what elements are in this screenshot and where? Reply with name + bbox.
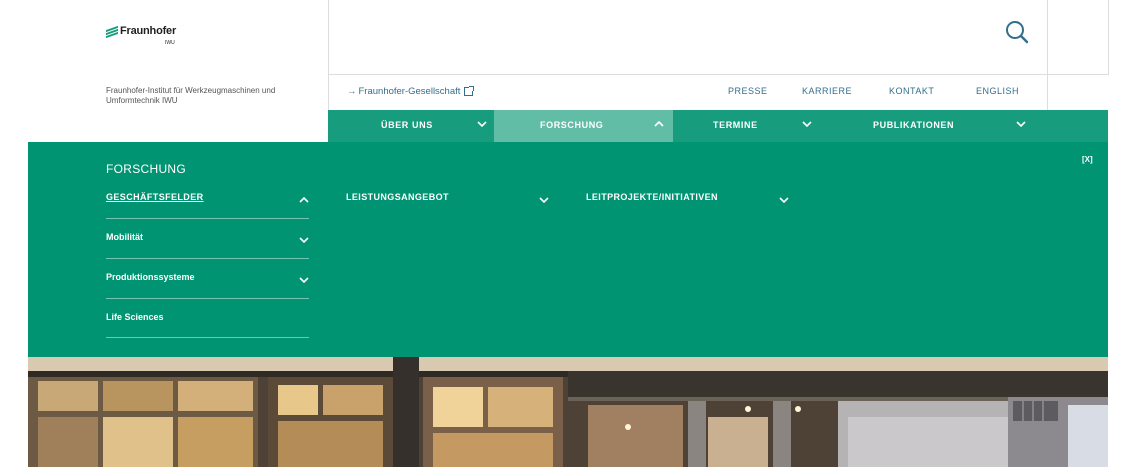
presse-link[interactable]: PRESSE <box>728 86 768 96</box>
forschung-dropdown-panel: FORSCHUNG [X] GESCHÄFTSFELDER LEISTUNGSA… <box>28 142 1108 357</box>
chevron-down-icon[interactable] <box>538 194 550 206</box>
fraunhofer-logo-icon <box>106 25 118 39</box>
chevron-down-icon <box>802 121 812 128</box>
sub-item-life-sciences[interactable]: Life Sciences <box>106 298 309 338</box>
divider <box>106 337 309 338</box>
nav-tab-label: ÜBER UNS <box>381 120 433 130</box>
chevron-down-icon <box>1016 121 1026 128</box>
english-link[interactable]: ENGLISH <box>976 86 1019 96</box>
search-button[interactable] <box>1003 18 1031 46</box>
nav-tab-publikationen[interactable]: PUBLIKATIONEN <box>841 110 1108 142</box>
main-navigation: ÜBER UNS FORSCHUNG TERMINE PUBLIKATIONEN <box>328 110 1108 142</box>
geschaeftsfelder-link[interactable]: GESCHÄFTSFELDER <box>106 192 204 202</box>
sub-item-label: Produktionssysteme <box>106 272 195 282</box>
nav-tab-ueber-uns[interactable]: ÜBER UNS <box>328 110 494 142</box>
nav-tab-termine[interactable]: TERMINE <box>673 110 841 142</box>
nav-tab-label: PUBLIKATIONEN <box>873 120 955 130</box>
page: Fraunhofer IWU Fraunhofer-Institut für W… <box>0 0 1141 467</box>
external-link-icon <box>464 86 475 96</box>
hero-image <box>28 357 1108 467</box>
karriere-link[interactable]: KARRIERE <box>802 86 852 96</box>
sub-item-produktionssysteme[interactable]: Produktionssysteme <box>106 258 309 298</box>
institute-name: Fraunhofer-Institut für Werkzeugmaschine… <box>106 86 276 105</box>
sub-item-mobilitaet[interactable]: Mobilität <box>106 218 309 258</box>
search-icon <box>1006 21 1029 44</box>
fraunhofer-logo[interactable]: Fraunhofer <box>106 25 177 39</box>
dropdown-title: FORSCHUNG <box>106 162 187 176</box>
chevron-down-icon <box>477 121 487 128</box>
kontakt-link[interactable]: KONTAKT <box>889 86 934 96</box>
chevron-down-icon[interactable] <box>298 274 310 286</box>
close-button[interactable]: [X] <box>1082 155 1093 164</box>
arrow-right-icon: → <box>347 86 357 97</box>
divider <box>328 74 1108 75</box>
leitprojekte-link[interactable]: LEITPROJEKTE/INITIATIVEN <box>586 192 718 202</box>
nav-tab-forschung[interactable]: FORSCHUNG <box>494 110 673 142</box>
chevron-up-icon[interactable] <box>298 194 310 206</box>
divider <box>1047 0 1048 110</box>
fraunhofer-gesellschaft-link[interactable]: → Fraunhofer-Gesellschaft <box>347 86 475 97</box>
external-link-label: Fraunhofer-Gesellschaft <box>358 86 461 97</box>
sub-item-label: Mobilität <box>106 232 143 242</box>
sub-item-label: Life Sciences <box>106 312 164 322</box>
logo-text: Fraunhofer <box>120 25 177 37</box>
logo-subtext: IWU <box>165 40 175 46</box>
chevron-down-icon[interactable] <box>778 194 790 206</box>
divider <box>1108 0 1109 75</box>
nav-tab-label: FORSCHUNG <box>540 120 604 130</box>
header-logo-area: Fraunhofer IWU Fraunhofer-Institut für W… <box>28 0 328 142</box>
leistungsangebot-link[interactable]: LEISTUNGSANGEBOT <box>346 192 449 202</box>
building-photo <box>28 357 1108 467</box>
chevron-down-icon[interactable] <box>298 234 310 246</box>
chevron-up-icon <box>654 120 664 127</box>
nav-tab-label: TERMINE <box>713 120 758 130</box>
divider <box>328 0 329 110</box>
